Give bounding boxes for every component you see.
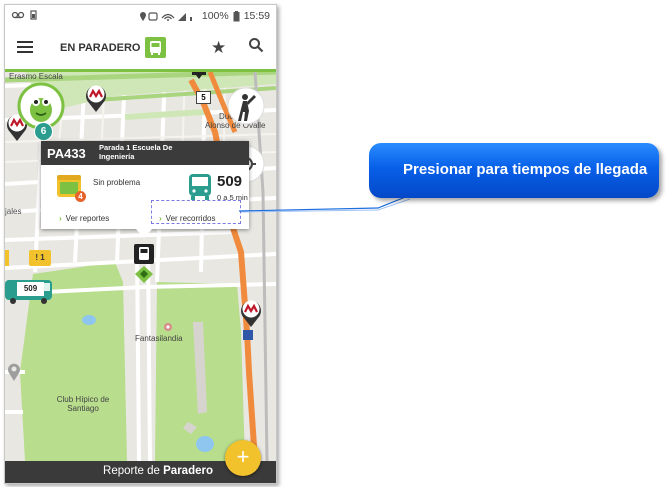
app-title: EN PARADERO	[60, 42, 141, 54]
route-shield: 5	[196, 91, 211, 104]
clock: 15:59	[243, 10, 270, 22]
menu-icon[interactable]	[17, 41, 33, 53]
bus-stop-icon	[145, 37, 166, 58]
hail-bus-icon[interactable]	[227, 87, 265, 125]
alert-ticket[interactable]: ! 1	[29, 250, 51, 266]
metro-exit-icon	[243, 330, 253, 340]
selected-bus-stop-marker[interactable]	[131, 244, 157, 284]
instruction-callout: Presionar para tiempos de llegada	[369, 143, 659, 198]
stop-name: Parada 1 Escuela De Ingeniería	[99, 143, 173, 161]
chevron-right-icon: ›	[59, 214, 62, 223]
place-marker-icon	[164, 323, 172, 331]
report-count-badge: 4	[75, 191, 86, 202]
view-reports-link[interactable]: › Ver reportes	[59, 214, 109, 223]
highlight-box	[151, 200, 241, 224]
map-label-fantasilandia: Fantasilandia	[135, 334, 183, 343]
status-right: 100% 15:59	[139, 10, 270, 22]
add-report-button[interactable]: +	[225, 440, 261, 476]
metro-station-icon[interactable]	[240, 298, 262, 328]
report-bold: Paradero	[163, 465, 213, 477]
map-label-jales: jales	[5, 207, 22, 216]
report-prefix: Reporte de	[103, 465, 164, 477]
map-view[interactable]: Erasmo Escala Duc Alonso de Ovalle jales…	[5, 72, 276, 461]
favorite-star-icon[interactable]: ★	[211, 38, 226, 58]
map-label-erasmo: Erasmo Escala	[9, 72, 63, 81]
alert-ticket-edge	[5, 250, 9, 266]
place-pin-icon	[8, 363, 20, 381]
popup-header: PA433 Parada 1 Escuela De Ingeniería	[41, 141, 249, 165]
app-bar: EN PARADERO ★	[5, 27, 276, 72]
battery-percent: 100%	[201, 10, 229, 22]
report-stop-text[interactable]: Reporte de Paradero	[103, 465, 213, 477]
phone-screen: 100% 15:59 EN PARADERO ★ Erasmo Escala D…	[4, 4, 277, 484]
status-bar: 100% 15:59	[5, 5, 276, 27]
search-icon[interactable]	[248, 37, 264, 58]
popup-pointer	[136, 229, 152, 238]
status-icons	[139, 11, 192, 21]
bus-route-icon	[189, 174, 211, 200]
map-label-club-hipico: Club Hípico de Santiago	[56, 395, 110, 413]
metro-station-icon[interactable]	[85, 83, 107, 113]
view-reports-label: Ver reportes	[65, 214, 110, 223]
bus-stop-pin-icon[interactable]	[191, 72, 207, 80]
bus-number-tag: 509	[17, 282, 44, 296]
status-left-icons	[11, 10, 37, 22]
callout-text: Presionar para tiempos de llegada	[403, 161, 648, 178]
mascot-count-badge: 6	[34, 122, 53, 141]
battery-icon	[233, 10, 240, 21]
stop-status: Sin problema	[93, 178, 141, 187]
stop-code: PA433	[47, 146, 86, 161]
voicemail-icon	[11, 10, 37, 20]
